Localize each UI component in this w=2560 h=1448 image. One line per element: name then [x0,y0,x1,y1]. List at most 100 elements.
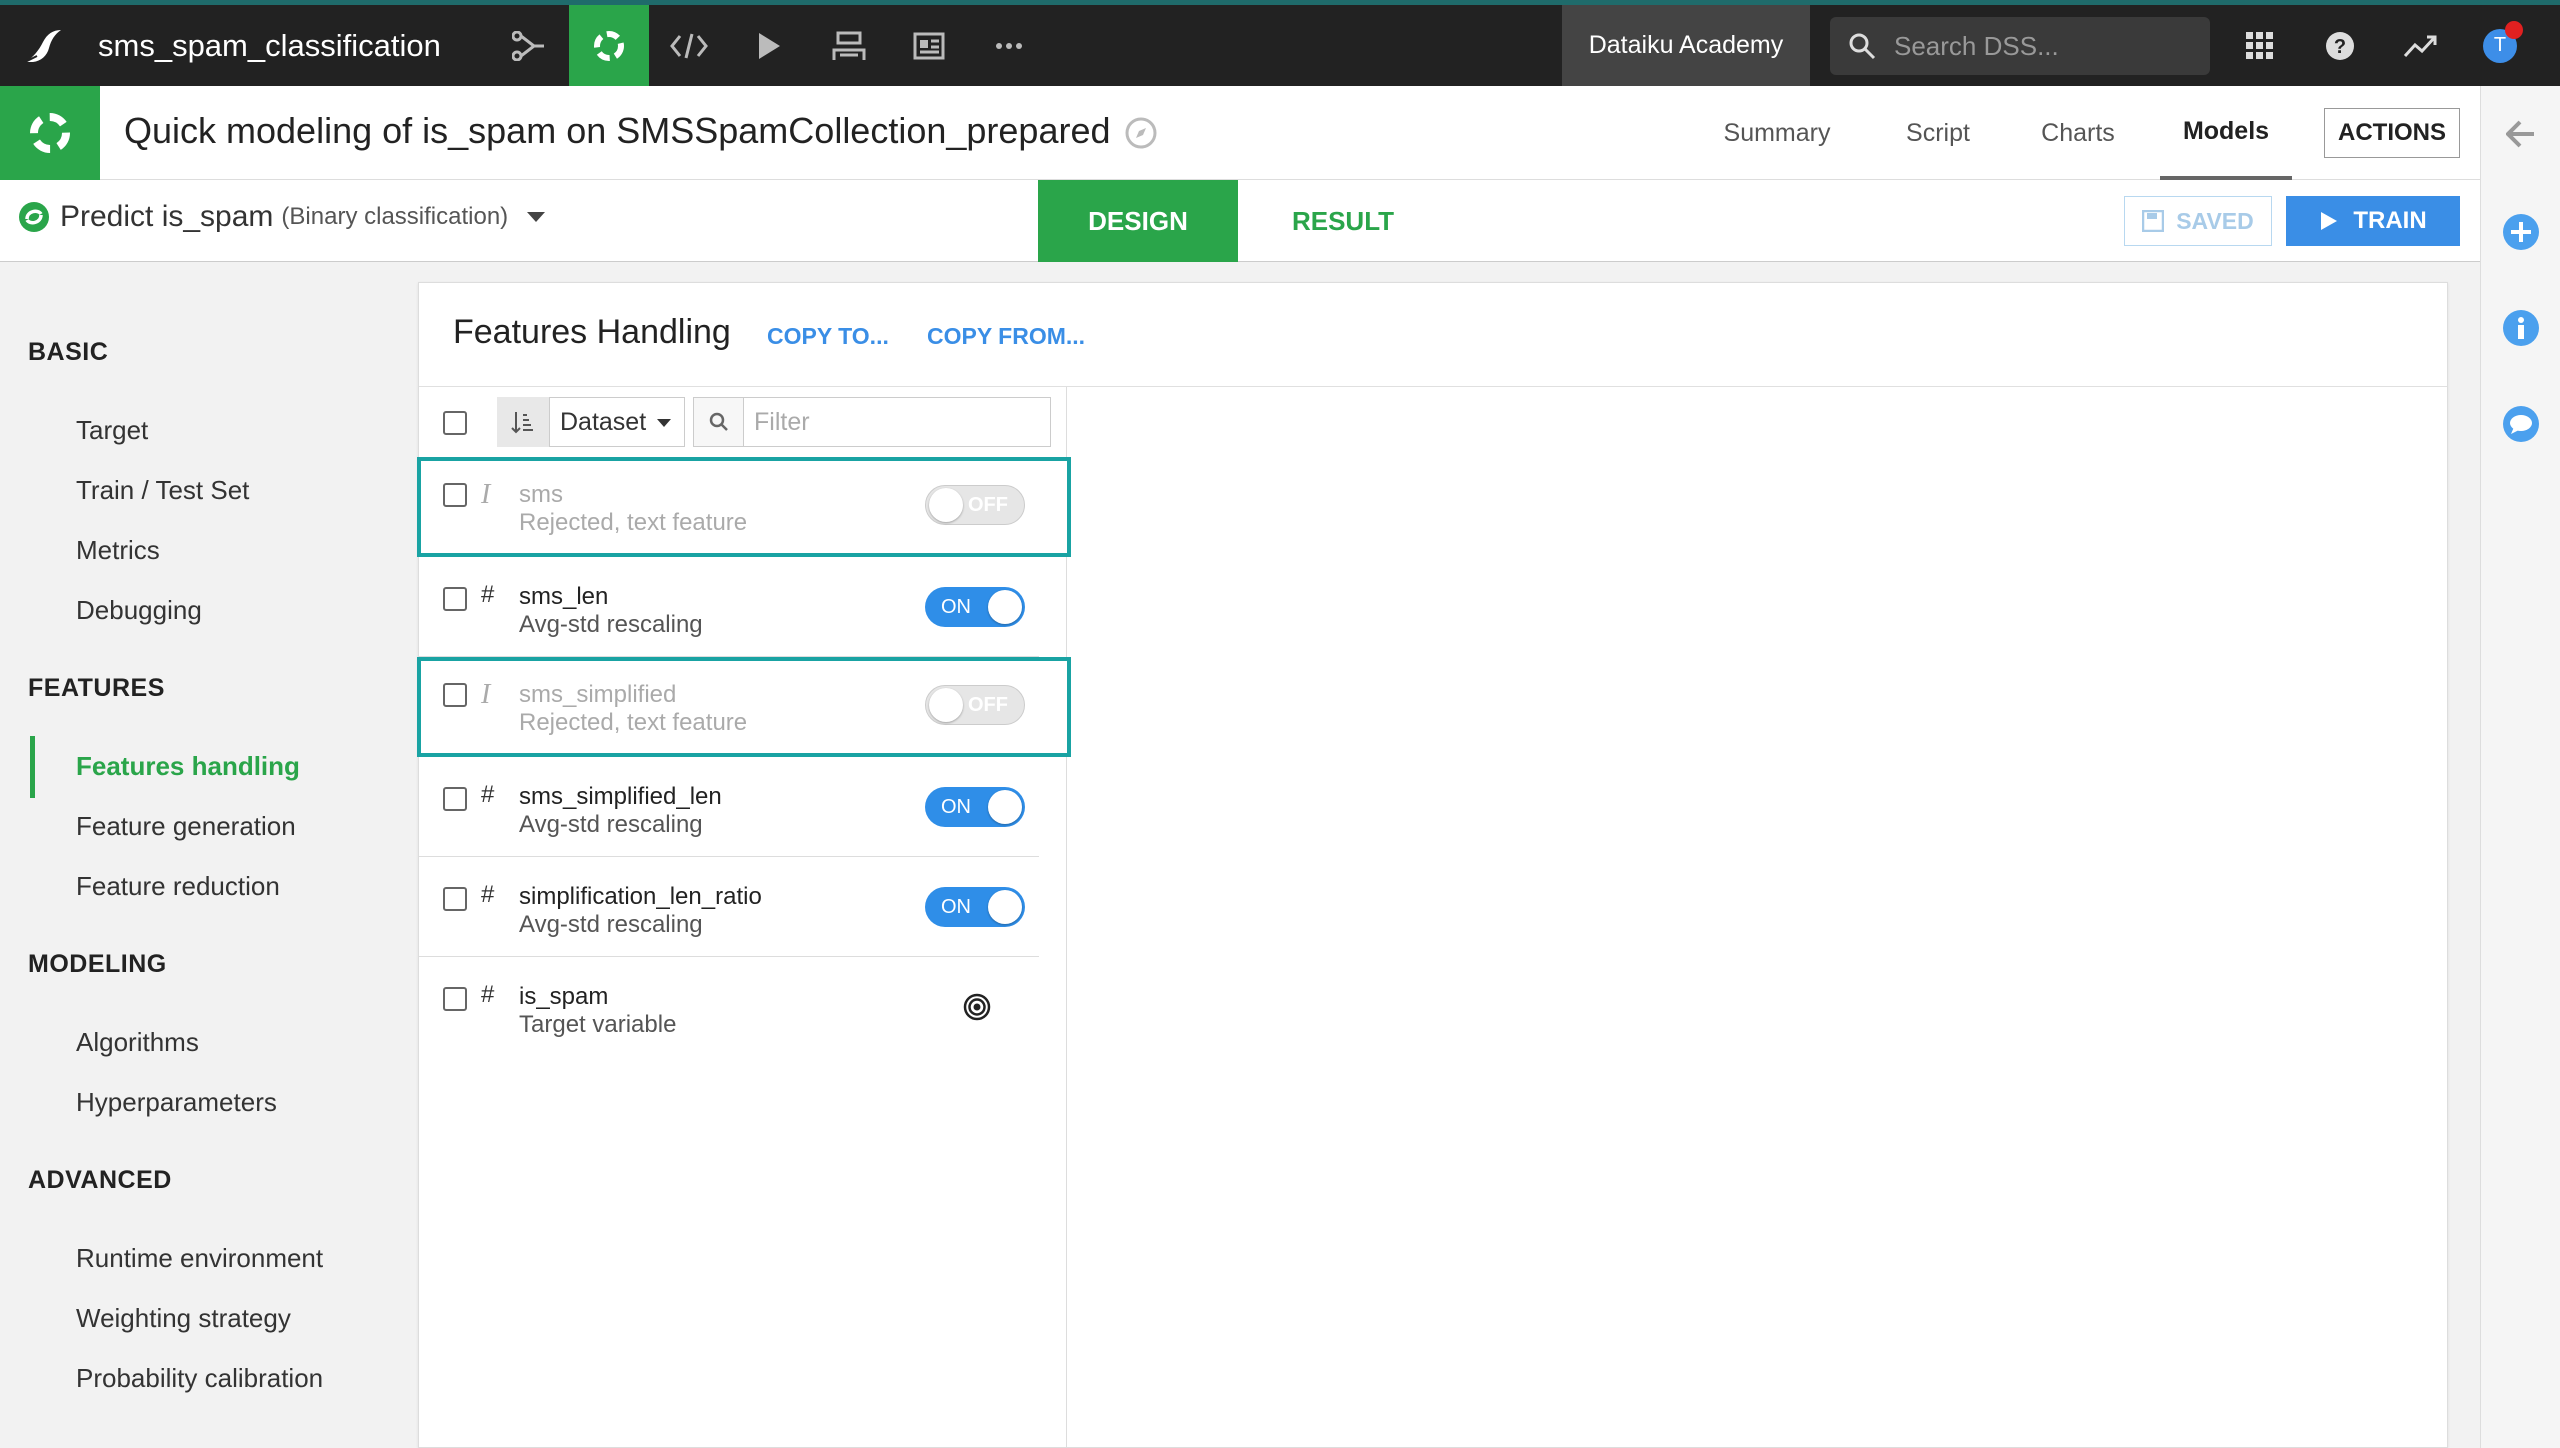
active-indicator [30,736,35,798]
sort-by-select[interactable]: Dataset [549,397,685,447]
discussion-icon[interactable] [2501,404,2541,444]
dataiku-bird-logo[interactable] [0,5,86,86]
save-icon [2142,210,2165,232]
feature-list: Dataset I sms Rejected, text feature OFF… [417,387,1071,1448]
saved-label: SAVED [2176,207,2254,234]
train-label: TRAIN [2353,207,2427,234]
flow-icon[interactable] [489,5,569,86]
feature-row-sms-simplified-len[interactable]: # sms_simplified_len Avg-std rescaling O… [419,757,1039,857]
run-icon[interactable] [729,5,809,86]
info-icon[interactable] [2501,308,2541,348]
numeric-type-icon: # [481,981,495,1008]
sidebar-item-target[interactable]: Target [76,415,148,446]
result-tab[interactable]: RESULT [1240,180,1446,262]
code-icon[interactable] [649,5,729,86]
saved-button[interactable]: SAVED [2124,196,2272,246]
user-avatar[interactable]: T [2468,5,2532,86]
sort-button[interactable] [497,397,549,447]
feature-desc: Rejected, text feature [519,709,748,736]
compass-icon[interactable] [1124,116,1158,155]
dashboard-icon[interactable] [889,5,969,86]
tab-charts[interactable]: Charts [2030,86,2126,180]
prediction-icon [19,202,49,232]
design-tab[interactable]: DESIGN [1038,180,1238,262]
sidebar-item-algorithms[interactable]: Algorithms [76,1027,199,1058]
avatar[interactable]: T [2483,20,2523,63]
train-button[interactable]: TRAIN [2286,196,2460,246]
feature-row-simplification-len-ratio[interactable]: # simplification_len_ratio Avg-std resca… [419,857,1039,957]
feature-toggle[interactable]: ON [925,787,1025,827]
apps-grid-icon[interactable] [2228,5,2292,86]
panel-title: Features Handling [453,313,731,351]
toggle-knob [988,790,1022,824]
feature-name: is_spam [519,983,609,1010]
numeric-type-icon: # [481,581,495,608]
sidebar-item-probability-calibration[interactable]: Probability calibration [76,1363,323,1394]
actions-button[interactable]: ACTIONS [2324,108,2460,158]
right-rail [2480,86,2560,1448]
copy-from-link[interactable]: COPY FROM... [927,323,1085,350]
sidebar-item-features-handling[interactable]: Features handling [76,751,300,782]
model-selector[interactable]: Predict is_spam (Binary classification) [18,200,546,234]
sidebar-item-feature-generation[interactable]: Feature generation [76,811,296,842]
toggle-label: OFF [968,494,1008,516]
play-icon [2321,212,2338,230]
row-checkbox[interactable] [443,987,467,1011]
chevron-down-icon[interactable] [526,211,546,223]
search-icon [1849,33,1876,60]
feature-toggle[interactable]: OFF [925,485,1025,525]
feature-desc: Avg-std rescaling [519,811,703,838]
row-checkbox[interactable] [443,887,467,911]
feature-desc: Target variable [519,1011,677,1038]
row-checkbox[interactable] [443,683,467,707]
feature-toggle[interactable]: ON [925,587,1025,627]
select-all-checkbox[interactable] [443,411,467,435]
page-title[interactable]: Quick modeling of is_spam on SMSSpamColl… [124,110,1111,152]
sidebar-item-hyperparameters[interactable]: Hyperparameters [76,1087,277,1118]
lab-icon [30,113,70,153]
tab-models[interactable]: Models [2160,86,2292,180]
sidebar-item-weighting-strategy[interactable]: Weighting strategy [76,1303,291,1334]
feature-list-toolbar: Dataset [419,387,1067,457]
row-checkbox[interactable] [443,787,467,811]
toggle-label: ON [941,796,971,818]
feature-row-sms-len[interactable]: # sms_len Avg-std rescaling ON [419,557,1039,657]
activity-trend-icon[interactable] [2388,5,2452,86]
tab-script[interactable]: Script [1892,86,1984,180]
filter-input[interactable] [743,397,1051,447]
lab-icon[interactable] [568,5,649,86]
row-checkbox[interactable] [443,587,467,611]
search-input[interactable] [1894,30,2194,62]
collapse-arrow-icon[interactable] [2501,114,2541,154]
more-icon[interactable] [969,5,1049,86]
toggle-knob [929,688,963,722]
sidebar-item-runtime-environment[interactable]: Runtime environment [76,1243,323,1274]
toggle-knob [929,488,963,522]
feature-toggle[interactable]: ON [925,887,1025,927]
feature-row-sms-simplified[interactable]: I sms_simplified Rejected, text feature … [417,657,1071,757]
sort-by-value: Dataset [560,407,647,436]
help-icon[interactable]: ? [2308,5,2372,86]
top-nav: sms_spam_classification Dataiku Academy … [0,0,2560,86]
deploy-icon[interactable] [809,5,889,86]
predict-type: (Binary classification) [281,203,509,230]
feature-row-sms[interactable]: I sms Rejected, text feature OFF [417,457,1071,557]
academy-button[interactable]: Dataiku Academy [1562,5,1810,86]
tab-summary[interactable]: Summary [1712,86,1842,180]
feature-toggle[interactable]: OFF [925,685,1025,725]
sidebar-item-feature-reduction[interactable]: Feature reduction [76,871,280,902]
toggle-knob [988,590,1022,624]
toggle-label: ON [941,896,971,918]
toggle-label: OFF [968,694,1008,716]
sidebar-item-debugging[interactable]: Debugging [76,595,202,626]
project-name[interactable]: sms_spam_classification [98,28,441,64]
model-sub-bar: Predict is_spam (Binary classification) … [0,180,2480,262]
feature-row-is-spam[interactable]: # is_spam Target variable [419,957,1039,1057]
sidebar-item-metrics[interactable]: Metrics [76,535,160,566]
sidebar-item-train-test-set[interactable]: Train / Test Set [76,475,249,506]
add-circle-icon[interactable] [2501,212,2541,252]
global-search[interactable] [1830,17,2210,75]
section-modeling: MODELING [28,950,167,978]
copy-to-link[interactable]: COPY TO... [767,323,889,350]
row-checkbox[interactable] [443,483,467,507]
